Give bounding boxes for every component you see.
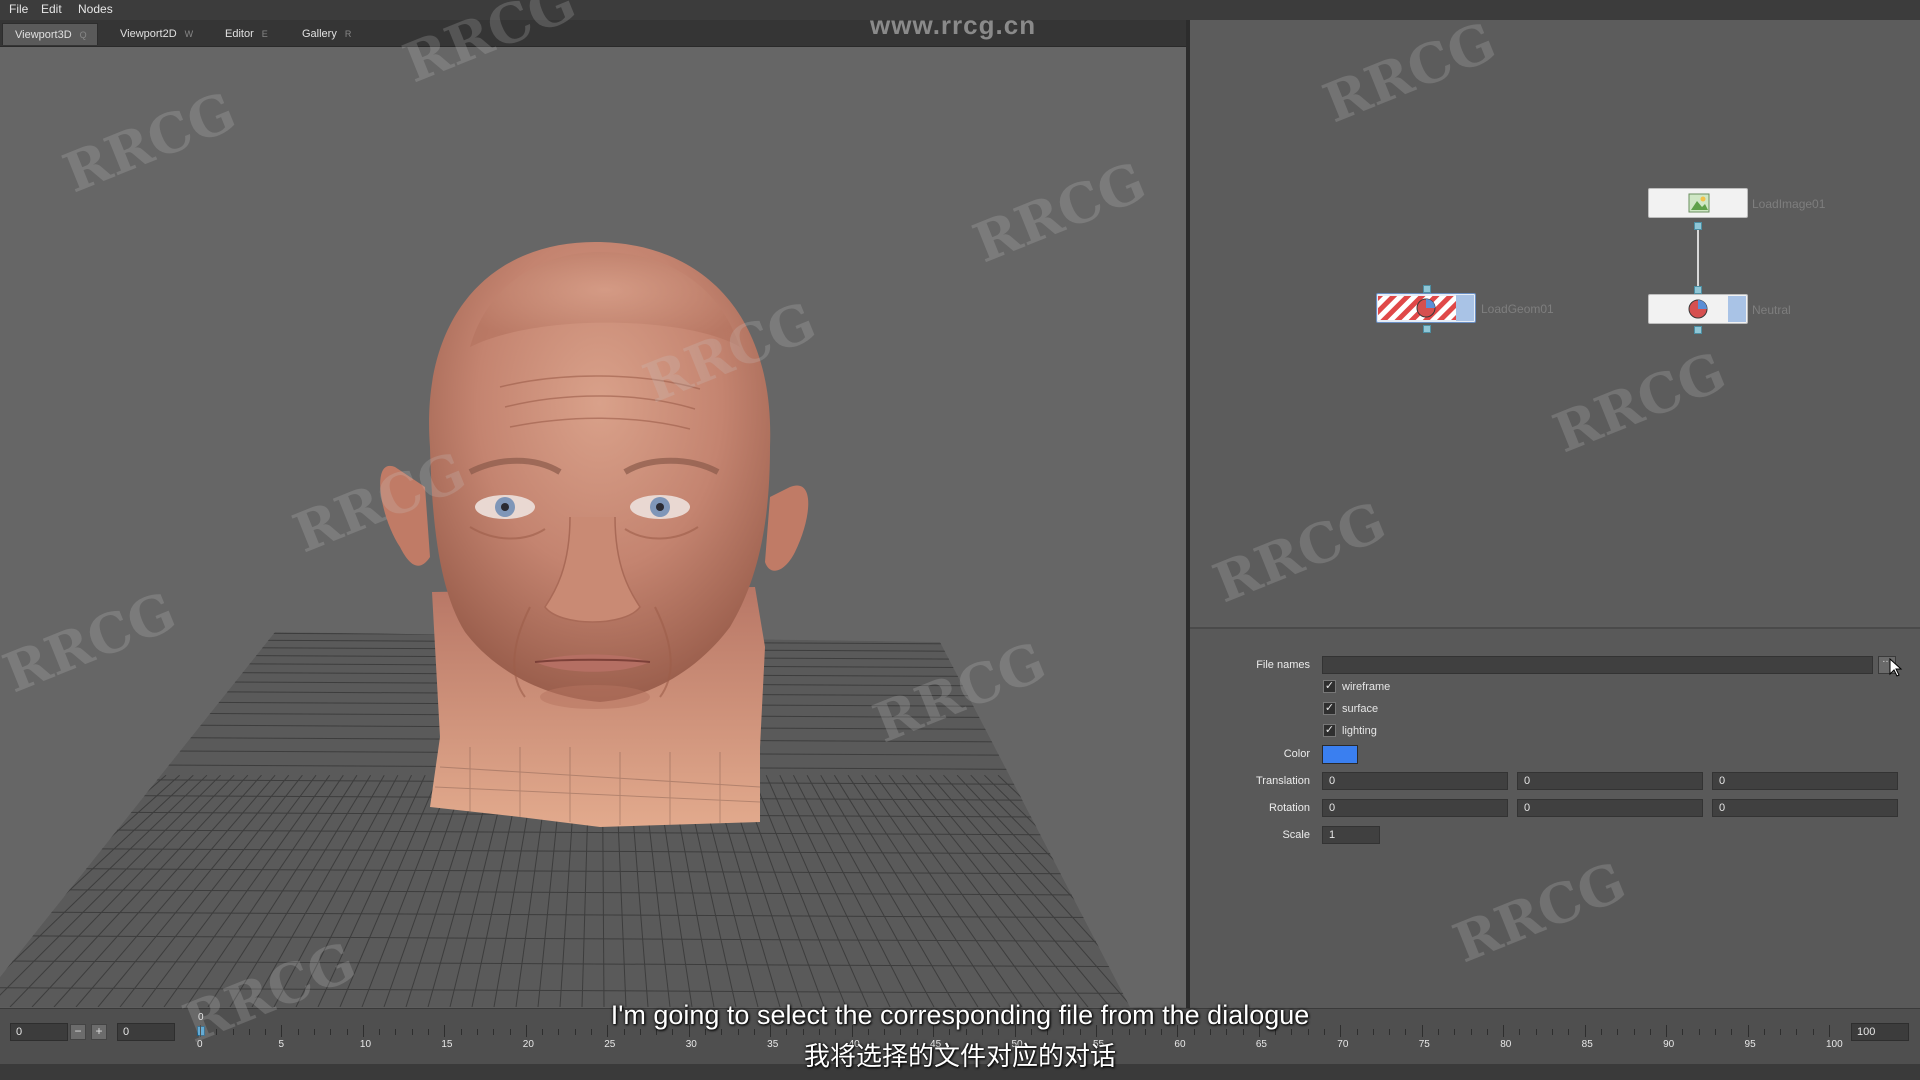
scale-input[interactable]: 1 [1322,826,1380,844]
file-names-label: File names [1256,659,1310,671]
wireframe-checkbox[interactable]: ✓ [1323,680,1336,693]
surface-label: surface [1342,703,1379,715]
node-loadimage01-label: LoadImage01 [1752,197,1826,211]
tab-editor-label: Editor [225,28,254,40]
tab-editor-shortcut: E [261,29,268,39]
node-loadimage01[interactable] [1648,188,1748,218]
tab-gallery-label: Gallery [302,28,337,40]
node-neutral-input-port[interactable] [1694,286,1702,294]
translation-z-input[interactable]: 0 [1712,772,1898,790]
menu-file[interactable]: File [9,2,28,16]
head-right-ear [765,485,809,571]
tab-gallery-shortcut: R [344,29,352,39]
node-neutral[interactable] [1648,294,1748,324]
tab-viewport2d-label: Viewport2D [120,28,177,40]
menu-nodes[interactable]: Nodes [78,2,113,16]
image-icon [1688,193,1710,213]
tab-gallery[interactable]: Gallery R [290,23,370,45]
node-loadgeom01-label: LoadGeom01 [1481,302,1554,316]
tab-viewport2d[interactable]: Viewport2D W [108,23,204,45]
translation-y-input[interactable]: 0 [1517,772,1703,790]
rotation-z-input[interactable]: 0 [1712,799,1898,817]
translation-label: Translation [1255,775,1310,787]
geometry-icon [1416,298,1436,318]
viewport-scene [0,242,1130,1007]
node-loadgeom01[interactable] [1376,293,1476,323]
tab-viewport2d-shortcut: W [184,29,194,39]
wireframe-label: wireframe [1342,681,1391,693]
file-names-input[interactable] [1322,656,1873,674]
tab-viewport3d-shortcut: Q [79,30,87,40]
geometry-icon [1688,299,1708,319]
lighting-checkbox[interactable]: ✓ [1323,724,1336,737]
color-swatch[interactable] [1322,745,1358,764]
mouse-cursor-icon [1889,658,1903,677]
menu-edit[interactable]: Edit [41,2,62,16]
node-loadimage01-output-port[interactable] [1694,222,1702,230]
surface-checkbox[interactable]: ✓ [1323,702,1336,715]
properties-panel: File names … ✓ wireframe ✓ surface ✓ lig… [1190,627,1920,1009]
node-neutral-output-port[interactable] [1694,326,1702,334]
node-loadgeom01-flag [1456,295,1474,321]
tab-viewport3d-label: Viewport3D [15,29,72,41]
scale-label: Scale [1282,829,1310,841]
subtitle-english: I'm going to select the corresponding fi… [610,1000,1310,1030]
rotation-x-input[interactable]: 0 [1322,799,1508,817]
subtitle-chinese: 我将选择的文件对应的对话 [803,1041,1116,1071]
rotation-label: Rotation [1269,802,1310,814]
color-label: Color [1283,748,1310,760]
rotation-y-input[interactable]: 0 [1517,799,1703,817]
translation-x-input[interactable]: 0 [1322,772,1508,790]
viewport-3d[interactable] [0,47,1186,1007]
tab-editor[interactable]: Editor E [213,23,285,45]
node-loadgeom01-input-port[interactable] [1423,285,1431,293]
node-neutral-label: Neutral [1752,303,1791,317]
node-neutral-flag [1728,296,1746,322]
tab-viewport3d[interactable]: Viewport3D Q [2,23,98,45]
node-loadgeom01-output-port[interactable] [1423,325,1431,333]
lighting-label: lighting [1342,725,1377,737]
watermark-url: www.rrcg.cn [870,10,1037,40]
